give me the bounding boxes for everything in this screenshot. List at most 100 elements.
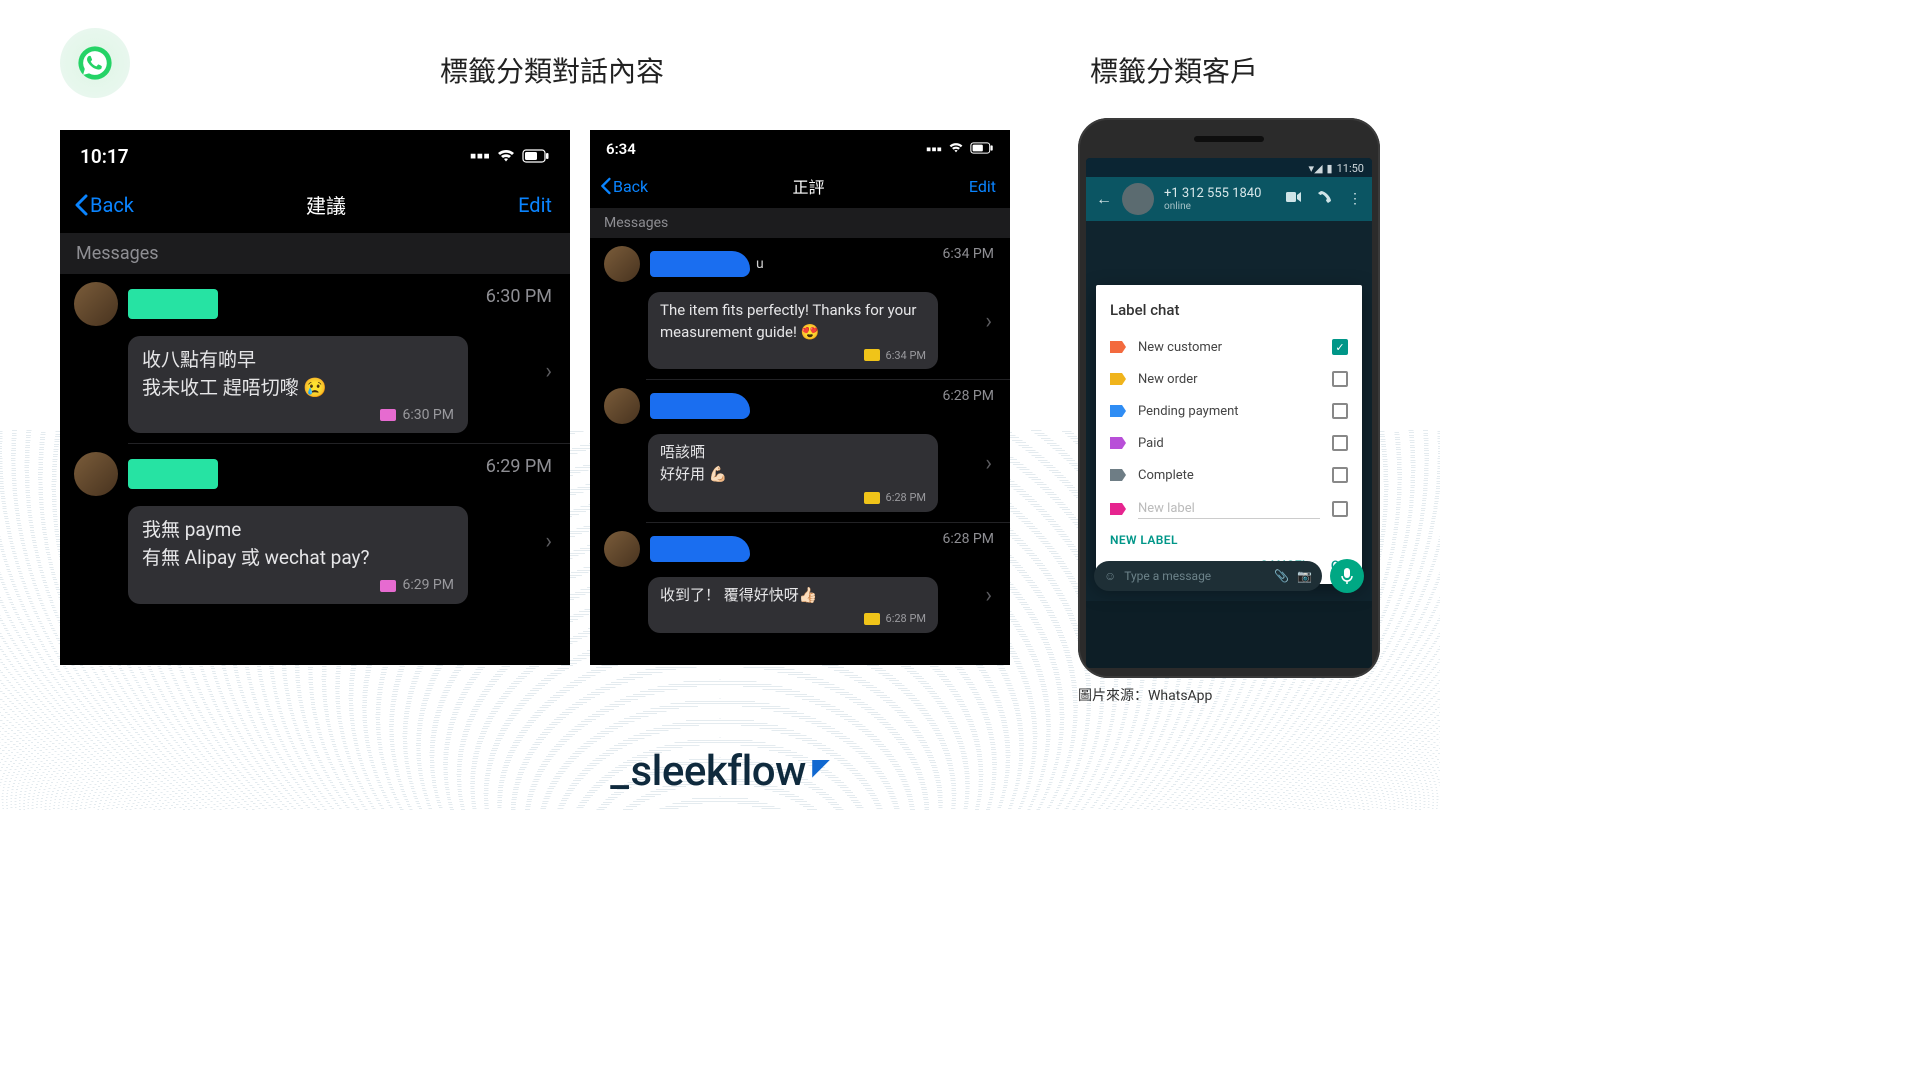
- heading-conversation-labels: 標籤分類對話內容: [440, 50, 664, 90]
- contact-name-redacted: [650, 536, 750, 562]
- label-row[interactable]: Paid: [1110, 427, 1348, 459]
- mic-button[interactable]: [1330, 559, 1364, 593]
- label-tag-icon: [1110, 405, 1126, 417]
- wifi-icon: [496, 145, 516, 168]
- checkbox[interactable]: [1332, 467, 1348, 483]
- avatar: [604, 388, 640, 424]
- phone3-screen: ▾◢ ▮ 11:50 ← +1 312 555 1840 online ⋮ La…: [1086, 158, 1372, 668]
- composer-input[interactable]: ☺ Type a message 📎 📷: [1094, 561, 1322, 591]
- cellular-icon: ▪▪▪: [926, 140, 942, 158]
- chevron-right-icon: ›: [545, 359, 552, 384]
- chat-time: 6:29 PM: [486, 456, 552, 477]
- status-time: 10:17: [80, 145, 129, 168]
- back-button[interactable]: Back: [600, 177, 648, 196]
- android-status-bar: ▾◢ ▮ 11:50: [1086, 158, 1372, 177]
- chat-row[interactable]: 6:28 PM › 收到了！ 覆得好快呀👍🏻 6:28 PM: [590, 523, 1010, 643]
- dialog-title: Label chat: [1110, 301, 1348, 319]
- label-chat-dialog: Label chat New customer ✓ New order Pend…: [1096, 285, 1362, 584]
- label-row[interactable]: New order: [1110, 363, 1348, 395]
- chat-row[interactable]: u 6:34 PM › The item fits perfectly! Tha…: [590, 238, 1010, 379]
- label-tag-icon: [864, 349, 880, 361]
- new-label-input[interactable]: New label: [1138, 499, 1320, 519]
- message-line: The item fits perfectly! Thanks for your…: [660, 300, 926, 344]
- chat-row[interactable]: 6:29 PM › 我無 payme有無 Alipay 或 wechat pay…: [60, 444, 570, 613]
- avatar: [604, 246, 640, 282]
- chat-row[interactable]: 6:30 PM › 收八點有啲早我未收工 趕唔切嚟 😢 6:30 PM: [60, 274, 570, 443]
- label-row[interactable]: Pending payment: [1110, 395, 1348, 427]
- label-row[interactable]: Complete: [1110, 459, 1348, 491]
- bubble-time: 6:30 PM: [402, 405, 454, 425]
- message-line: 唔該晒: [660, 442, 926, 464]
- avatar[interactable]: [1122, 183, 1154, 215]
- heading-customer-labels: 標籤分類客戶: [1090, 50, 1258, 90]
- new-label-link[interactable]: NEW LABEL: [1110, 533, 1348, 547]
- chat-area: Label chat New customer ✓ New order Pend…: [1086, 221, 1372, 601]
- more-icon[interactable]: ⋮: [1348, 191, 1362, 207]
- message-composer: ☺ Type a message 📎 📷: [1094, 559, 1364, 593]
- chat-time: 6:28 PM: [942, 531, 994, 547]
- phone1-screen: 10:17 ▪▪▪ Back 建議 Edit Messages 6:30 PM …: [60, 130, 570, 665]
- message-bubble: 唔該晒好好用 💪🏻 6:28 PM: [648, 434, 938, 511]
- label-tag-icon: [864, 492, 880, 504]
- nav-bar: Back 正評 Edit: [590, 166, 1010, 208]
- label-tag-icon: [864, 613, 880, 625]
- nav-title: 正評: [793, 174, 825, 198]
- label-row[interactable]: New customer ✓: [1110, 331, 1348, 363]
- message-line: 我無 payme: [142, 516, 454, 544]
- label-name: Complete: [1138, 468, 1194, 483]
- checkbox[interactable]: [1332, 435, 1348, 451]
- contact-number[interactable]: +1 312 555 1840: [1164, 186, 1276, 201]
- label-name: New customer: [1138, 340, 1222, 355]
- image-credit: 圖片來源：WhatsApp: [1078, 685, 1212, 705]
- chevron-right-icon: ›: [985, 309, 992, 334]
- cellular-icon: ▪▪▪: [470, 144, 490, 168]
- status-bar: 10:17 ▪▪▪: [60, 130, 570, 178]
- message-bubble: The item fits perfectly! Thanks for your…: [648, 292, 938, 369]
- chevron-left-icon: [74, 194, 88, 216]
- messages-section-header: Messages: [60, 233, 570, 274]
- whatsapp-icon: [76, 44, 114, 82]
- status-time: 11:50: [1337, 162, 1364, 175]
- message-bubble: 我無 payme有無 Alipay 或 wechat pay? 6:29 PM: [128, 506, 468, 603]
- bubble-time: 6:29 PM: [402, 575, 454, 595]
- new-label-row[interactable]: New label: [1110, 491, 1348, 527]
- label-name: New order: [1138, 372, 1198, 387]
- signal-icon: ▾◢: [1309, 162, 1323, 175]
- chat-row[interactable]: 6:28 PM › 唔該晒好好用 💪🏻 6:28 PM: [590, 380, 1010, 521]
- message-line: 收到了！ 覆得好快呀👍🏻: [660, 585, 926, 607]
- chevron-right-icon: ›: [985, 583, 992, 608]
- chat-time: 6:28 PM: [942, 388, 994, 404]
- wifi-icon: [948, 140, 964, 158]
- checkbox[interactable]: [1332, 501, 1348, 517]
- whatsapp-chat-header: ← +1 312 555 1840 online ⋮: [1086, 177, 1372, 221]
- phone-speaker: [1194, 136, 1264, 142]
- edit-button[interactable]: Edit: [969, 177, 996, 196]
- video-call-icon[interactable]: [1286, 191, 1302, 207]
- checkbox[interactable]: [1332, 403, 1348, 419]
- voice-call-icon[interactable]: [1318, 190, 1332, 208]
- attachment-icon[interactable]: 📎: [1274, 569, 1289, 583]
- back-label: Back: [613, 177, 648, 196]
- message-bubble: 收八點有啲早我未收工 趕唔切嚟 😢 6:30 PM: [128, 336, 468, 433]
- whatsapp-badge: [60, 28, 130, 98]
- contact-name-redacted: [128, 289, 218, 319]
- checkbox[interactable]: [1332, 371, 1348, 387]
- avatar: [74, 282, 118, 326]
- checkbox[interactable]: ✓: [1332, 339, 1348, 355]
- message-line: 好好用 💪🏻: [660, 464, 926, 486]
- back-button[interactable]: Back: [74, 193, 134, 217]
- contact-name-redacted: [650, 393, 750, 419]
- message-line: 收八點有啲早: [142, 346, 454, 374]
- emoji-icon[interactable]: ☺: [1104, 569, 1116, 583]
- label-tag-icon: [380, 409, 396, 421]
- label-tag-icon: [1110, 469, 1126, 481]
- nav-title: 建議: [306, 190, 346, 219]
- phone2-screen: 6:34 ▪▪▪ Back 正評 Edit Messages u 6:34 PM…: [590, 130, 1010, 665]
- edit-button[interactable]: Edit: [518, 193, 552, 217]
- battery-icon: [970, 140, 994, 158]
- camera-icon[interactable]: 📷: [1297, 569, 1312, 583]
- brand-logo: _ sleekflow: [610, 747, 830, 796]
- bubble-time: 6:34 PM: [886, 348, 926, 364]
- nav-bar: Back 建議 Edit: [60, 178, 570, 233]
- back-arrow-icon[interactable]: ←: [1096, 189, 1112, 209]
